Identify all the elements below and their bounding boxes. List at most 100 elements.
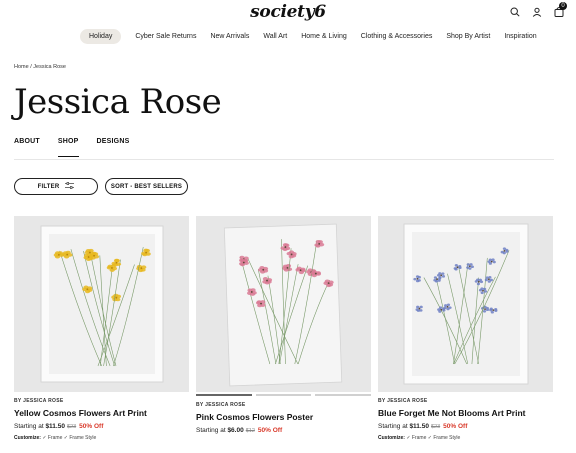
flower-petal: [488, 275, 492, 279]
nav-item-shop-by-artist[interactable]: Shop By Artist: [446, 33, 490, 40]
flower-center: [318, 242, 321, 245]
flower-center: [266, 279, 268, 282]
product-artist[interactable]: BY JESSICA ROSE: [378, 398, 553, 404]
flower-center: [468, 265, 471, 268]
flower-center: [93, 254, 95, 257]
discount-badge: 50% Off: [79, 423, 104, 430]
nav-item-home-living[interactable]: Home & Living: [301, 33, 347, 40]
flower-petal: [65, 250, 71, 255]
tab-about[interactable]: ABOUT: [14, 138, 40, 157]
flower-center: [492, 309, 495, 312]
product-card[interactable]: BY JESSICA ROSE Blue Forget Me Not Bloom…: [378, 216, 553, 441]
flower-petal: [413, 277, 417, 281]
customize-label: Customize:: [378, 435, 405, 441]
flower-petal: [500, 250, 504, 254]
sliders-icon: [65, 182, 75, 191]
carousel-dot[interactable]: [315, 394, 372, 396]
flower-petal: [483, 287, 487, 291]
flower-petal: [416, 305, 420, 309]
artist-tabs: ABOUT SHOP DESIGNS: [14, 138, 129, 157]
flower-petal: [488, 258, 492, 262]
flower-petal: [490, 310, 494, 314]
flower-petal: [485, 306, 489, 310]
flower-petal: [458, 264, 462, 268]
flower-petal: [478, 278, 482, 282]
flower-center: [299, 269, 302, 272]
carousel-dot[interactable]: [255, 394, 312, 396]
search-icon[interactable]: [510, 6, 520, 17]
flower-center: [260, 302, 262, 305]
nav-item-holiday[interactable]: Holiday: [80, 29, 122, 44]
flower-petal: [494, 307, 498, 311]
product-image[interactable]: [14, 216, 189, 392]
nav-item-new-arrivals[interactable]: New Arrivals: [210, 33, 249, 40]
nav-item-cyber-sale-returns[interactable]: Cyber Sale Returns: [135, 33, 196, 40]
flower-center: [446, 305, 449, 308]
flower-petal: [317, 240, 323, 244]
product-title[interactable]: Pink Cosmos Flowers Poster: [196, 412, 371, 422]
original-price: $23: [66, 424, 77, 430]
product-image[interactable]: [378, 216, 553, 392]
flower-petal: [444, 304, 448, 307]
original-price: $12: [245, 427, 255, 434]
flower-center: [456, 266, 459, 269]
carousel-dot[interactable]: [196, 394, 252, 396]
tab-shop[interactable]: SHOP: [57, 138, 79, 157]
flower-center: [327, 282, 330, 285]
nav-item-inspiration[interactable]: Inspiration: [504, 33, 536, 40]
flower-center: [290, 253, 293, 256]
sort-button[interactable]: SORT - BEST SELLERS: [105, 178, 188, 195]
flower-center: [490, 260, 493, 263]
nav-item-clothing-accessories[interactable]: Clothing & Accessories: [361, 33, 433, 40]
flower-center: [242, 261, 245, 264]
flower-petal: [482, 309, 487, 313]
flower-petal: [438, 272, 442, 275]
flower-petal: [484, 278, 488, 282]
flower-center: [440, 308, 443, 311]
flower-petal: [417, 275, 421, 279]
flower-petal: [291, 252, 297, 256]
flower-petal: [88, 248, 94, 253]
product-artist[interactable]: BY JESSICA ROSE: [196, 402, 371, 408]
flower-center: [66, 253, 69, 256]
art-print-mockup: [40, 225, 164, 383]
header-icons: 0: [510, 2, 567, 17]
breadcrumb[interactable]: Home / Jessica Rose: [14, 64, 66, 70]
product-artist[interactable]: BY JESSICA ROSE: [14, 398, 189, 404]
cart-count-badge: 0: [559, 2, 567, 10]
flower-petal: [487, 280, 491, 283]
sort-label: SORT - BEST SELLERS: [110, 183, 183, 190]
flower-petal: [415, 279, 420, 283]
product-card[interactable]: BY JESSICA ROSE Pink Cosmos Flowers Post…: [196, 216, 372, 434]
flower-petal: [454, 264, 458, 267]
flower-petal: [485, 276, 489, 279]
page-title: Jessica Rose: [14, 82, 222, 122]
flower-petal: [433, 276, 438, 279]
main-nav: Holiday Cyber Sale Returns New Arrivals …: [80, 29, 537, 44]
flower-petal: [480, 291, 484, 295]
customize-label: Customize:: [14, 435, 41, 441]
site-logo[interactable]: society6: [0, 2, 576, 22]
flower-center: [484, 308, 486, 311]
product-title[interactable]: Blue Forget Me Not Blooms Art Print: [378, 408, 553, 418]
flower-center: [477, 280, 480, 283]
flower-center: [503, 249, 506, 252]
flower-center: [440, 274, 443, 277]
flower-petal: [453, 267, 457, 270]
flower-center: [286, 266, 289, 269]
nav-item-wall-art[interactable]: Wall Art: [263, 33, 287, 40]
poster-mockup: [223, 223, 343, 387]
product-image[interactable]: [196, 216, 371, 392]
flower-petal: [446, 303, 451, 307]
product-title[interactable]: Yellow Cosmos Flowers Art Print: [14, 408, 189, 418]
account-icon[interactable]: [532, 7, 542, 17]
filter-button[interactable]: FILTER: [14, 178, 98, 195]
flower-center: [250, 291, 253, 293]
product-card[interactable]: BY JESSICA ROSE Yellow Cosmos Flowers Ar…: [14, 216, 189, 441]
flower-petal: [446, 307, 450, 311]
flower-center: [314, 272, 317, 275]
flower-petal: [443, 306, 447, 309]
flower-petal: [480, 287, 484, 291]
tab-designs[interactable]: DESIGNS: [97, 138, 130, 157]
cart-icon[interactable]: 0: [554, 2, 567, 17]
